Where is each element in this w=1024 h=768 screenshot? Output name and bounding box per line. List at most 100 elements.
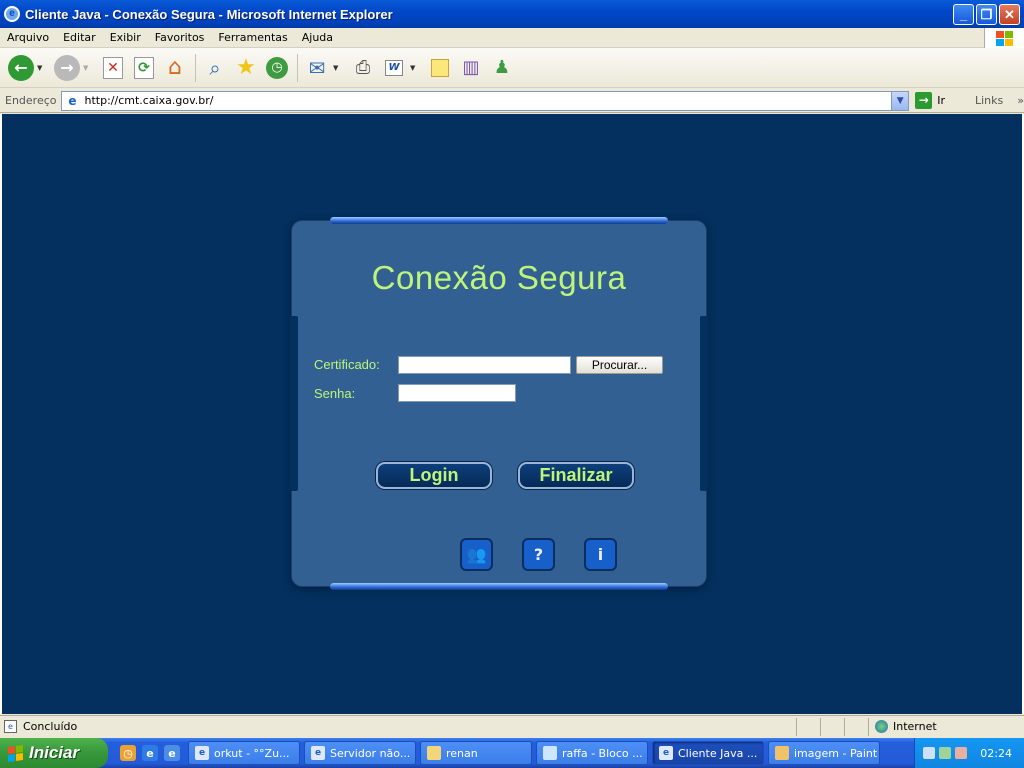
close-button[interactable]: ✕ <box>999 3 1020 25</box>
status-cell <box>820 717 844 736</box>
stop-icon: ✕ <box>103 56 123 79</box>
edit-icon: W <box>385 59 403 76</box>
menu-ferramentas[interactable]: Ferramentas <box>211 31 294 44</box>
forward-button[interactable]: → <box>52 53 82 83</box>
security-tray-icon[interactable] <box>955 747 967 759</box>
panel-right-notch <box>700 316 708 491</box>
toolbar-separator <box>297 53 298 82</box>
refresh-button[interactable]: ⟳ <box>129 53 159 83</box>
mail-button[interactable]: ✉ <box>302 53 332 83</box>
address-label: Endereço <box>5 94 57 107</box>
panel-title: Conexão Segura <box>371 259 627 296</box>
messenger-tray-icon[interactable] <box>939 747 951 759</box>
links-label: Links <box>975 94 1004 107</box>
quicklaunch-ie2-icon[interactable]: e <box>164 745 180 761</box>
start-label: Iniciar <box>29 743 80 762</box>
go-button[interactable]: → Ir <box>915 92 945 109</box>
back-dropdown-icon[interactable]: ▼ <box>37 64 46 72</box>
search-button[interactable]: ⌕ <box>200 53 230 83</box>
search-icon: ⌕ <box>209 55 221 80</box>
menu-favoritos[interactable]: Favoritos <box>148 31 212 44</box>
forward-dropdown-icon[interactable]: ▼ <box>83 64 92 72</box>
login-panel: Conexão Segura Certificado: Procurar... … <box>290 217 708 590</box>
ie-window-icon: e <box>311 746 325 760</box>
help-user-icon[interactable]: ? <box>522 538 555 571</box>
taskbar: Iniciar ◷ e e e orkut - °°Zu... e Servidor… <box>0 738 1024 768</box>
windows-flag-icon <box>8 744 23 762</box>
users-icon[interactable]: 👥 <box>460 538 493 571</box>
certificate-label: Certificado: <box>314 357 380 372</box>
clock[interactable]: 02:24 <box>980 747 1012 760</box>
window-titlebar[interactable]: e Cliente Java - Conexão Segura - Micros… <box>0 0 1024 28</box>
history-button[interactable]: ◷ <box>262 53 292 83</box>
print-button[interactable]: ⎙ <box>348 53 378 83</box>
address-url[interactable]: http://cmt.caixa.gov.br/ <box>85 94 892 107</box>
edit-dropdown-icon[interactable]: ▼ <box>410 64 419 72</box>
password-input[interactable] <box>398 384 516 402</box>
finish-button[interactable]: Finalizar <box>518 462 634 489</box>
discuss-button[interactable] <box>425 53 455 83</box>
login-button[interactable]: Login <box>376 462 492 489</box>
standard-toolbar: ← ▼ → ▼ ✕ ⟳ ⌂ ⌕ ★ ◷ ✉ ▼ ⎙ W ▼ ▥ ♟ <box>0 48 1024 88</box>
status-cell <box>844 717 868 736</box>
quicklaunch-ie-icon[interactable]: e <box>142 745 158 761</box>
ie-window-icon: e <box>659 746 673 760</box>
address-input[interactable]: e http://cmt.caixa.gov.br/ ▼ <box>60 90 910 111</box>
stop-button[interactable]: ✕ <box>98 53 128 83</box>
taskbar-item[interactable]: raffa - Bloco ... <box>536 741 648 765</box>
links-chevron-icon[interactable]: » <box>1017 94 1024 107</box>
certificate-input[interactable] <box>398 356 571 374</box>
browse-button[interactable]: Procurar... <box>576 356 663 374</box>
taskbar-item[interactable]: e orkut - °°Zu... <box>188 741 300 765</box>
address-bar: Endereço e http://cmt.caixa.gov.br/ ▼ → … <box>0 89 1024 113</box>
home-icon: ⌂ <box>168 55 182 80</box>
go-label: Ir <box>937 94 945 107</box>
maximize-button[interactable]: ❐ <box>976 3 997 25</box>
menu-editar[interactable]: Editar <box>56 31 103 44</box>
paint-icon <box>775 746 789 760</box>
menu-bar: Arquivo Editar Exibir Favoritos Ferramen… <box>0 28 1024 48</box>
ie-window-icon: e <box>195 746 209 760</box>
status-bar: e Concluído Internet <box>0 715 1024 737</box>
research-button[interactable]: ▥ <box>456 53 486 83</box>
page-icon: e <box>68 93 77 108</box>
discuss-icon <box>431 58 449 77</box>
taskbar-item[interactable]: renan <box>420 741 532 765</box>
panel-bottom-bar <box>330 583 668 590</box>
window-title: Cliente Java - Conexão Segura - Microsof… <box>25 6 393 22</box>
mail-dropdown-icon[interactable]: ▼ <box>333 64 342 72</box>
home-button[interactable]: ⌂ <box>160 53 190 83</box>
menu-ajuda[interactable]: Ajuda <box>295 31 340 44</box>
panel-left-notch <box>290 316 298 491</box>
research-icon: ▥ <box>462 57 480 78</box>
mail-icon: ✉ <box>308 55 326 80</box>
back-button[interactable]: ← <box>6 53 36 83</box>
quicklaunch-clock-icon[interactable]: ◷ <box>120 745 136 761</box>
panel-top-bar <box>330 217 668 224</box>
messenger-icon: ♟ <box>493 57 511 78</box>
menu-arquivo[interactable]: Arquivo <box>0 31 56 44</box>
page-content: Conexão Segura Certificado: Procurar... … <box>0 114 1024 714</box>
network-icon[interactable] <box>923 747 935 759</box>
password-label: Senha: <box>314 386 356 401</box>
ie-logo-icon: e <box>4 6 20 22</box>
quick-launch: ◷ e e <box>120 745 180 761</box>
print-icon: ⎙ <box>355 57 371 78</box>
edit-button[interactable]: W <box>379 53 409 83</box>
start-button[interactable]: Iniciar <box>0 738 108 768</box>
messenger-button[interactable]: ♟ <box>487 53 517 83</box>
minimize-button[interactable]: _ <box>953 3 974 25</box>
taskbar-item[interactable]: e Servidor não... <box>304 741 416 765</box>
taskbar-item-active[interactable]: e Cliente Java ... <box>652 741 764 765</box>
security-zone[interactable]: Internet <box>868 717 1024 736</box>
status-text: Concluído <box>23 720 78 733</box>
go-arrow-icon: → <box>915 92 933 109</box>
info-icon[interactable]: i <box>584 538 617 571</box>
favorites-button[interactable]: ★ <box>231 53 261 83</box>
links-toolbar[interactable]: Links » <box>975 94 1024 107</box>
address-dropdown-icon[interactable]: ▼ <box>891 91 909 110</box>
forward-icon: → <box>54 54 80 81</box>
taskbar-item[interactable]: imagem - Paint <box>768 741 880 765</box>
menu-exibir[interactable]: Exibir <box>103 31 148 44</box>
zone-label: Internet <box>893 720 937 733</box>
